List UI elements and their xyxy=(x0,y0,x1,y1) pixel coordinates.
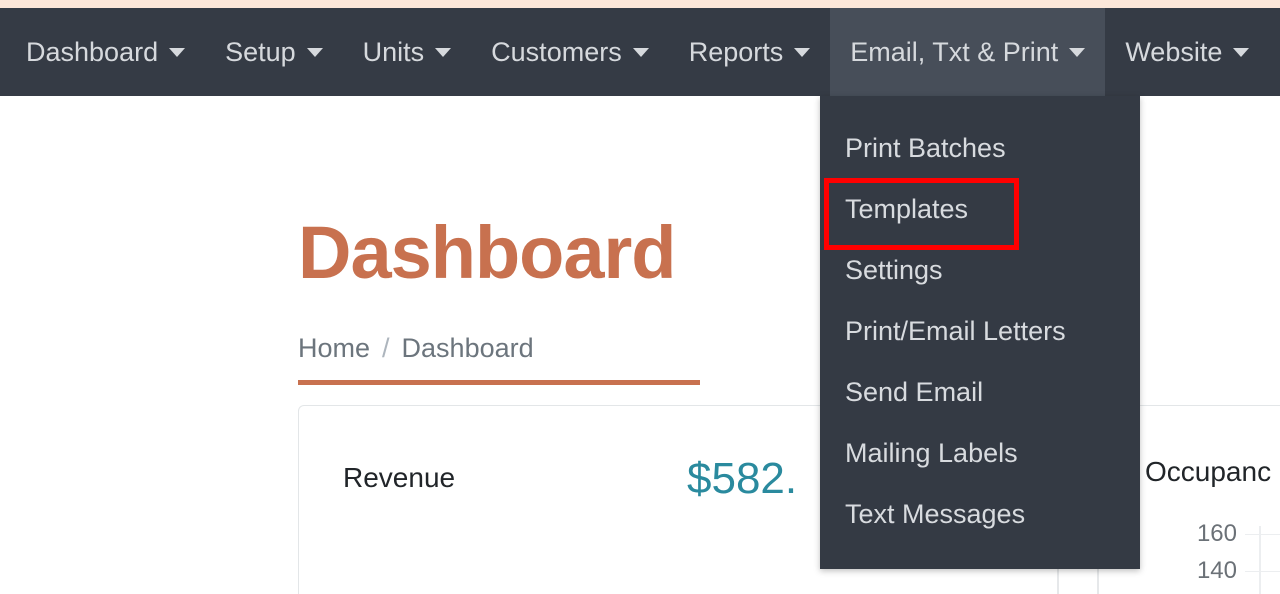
chart-axis-line xyxy=(1259,526,1261,594)
nav-item-dashboard[interactable]: Dashboard xyxy=(0,8,205,96)
breadcrumb-current: Dashboard xyxy=(401,333,534,363)
nav-item-label: Units xyxy=(362,36,425,67)
menu-item-label: Send Email xyxy=(845,377,984,407)
top-accent-strip xyxy=(0,0,1280,8)
menu-item-label: Print Batches xyxy=(845,133,1006,163)
nav-item-website[interactable]: Website xyxy=(1105,8,1269,96)
chart-gridline xyxy=(1245,534,1280,535)
menu-item-send-email[interactable]: Send Email xyxy=(820,362,1140,423)
menu-item-print-batches[interactable]: Print Batches xyxy=(820,118,1140,179)
breadcrumb-separator: / xyxy=(382,333,390,363)
chevron-down-icon xyxy=(794,47,811,57)
menu-item-label: Templates xyxy=(845,194,969,224)
menu-item-settings[interactable]: Settings xyxy=(820,240,1140,301)
page-title: Dashboard xyxy=(298,211,677,294)
menu-item-label: Text Messages xyxy=(845,499,1026,529)
breadcrumb: Home / Dashboard xyxy=(298,333,534,364)
occupancy-card-label: Occupanc xyxy=(1145,456,1272,487)
nav-item-label: Website xyxy=(1125,36,1223,67)
chart-gridline xyxy=(1245,571,1280,572)
nav-item-label: Dashboard xyxy=(26,36,159,67)
menu-item-text-messages[interactable]: Text Messages xyxy=(820,484,1140,545)
chevron-down-icon xyxy=(435,47,452,57)
title-underline-rule xyxy=(298,380,700,385)
nav-item-units[interactable]: Units xyxy=(343,8,472,96)
menu-item-label: Settings xyxy=(845,255,943,285)
chevron-down-icon xyxy=(632,47,649,57)
chevron-down-icon xyxy=(169,47,186,57)
revenue-card-value: $582. xyxy=(687,454,798,503)
nav-item-reports[interactable]: Reports xyxy=(669,8,831,96)
breadcrumb-home-link[interactable]: Home xyxy=(298,333,370,364)
nav-item-label: Reports xyxy=(688,36,784,67)
nav-item-customers[interactable]: Customers xyxy=(471,8,669,96)
chevron-down-icon xyxy=(1233,47,1250,57)
revenue-card-label: Revenue xyxy=(343,462,456,493)
menu-item-print-email-letters[interactable]: Print/Email Letters xyxy=(820,301,1140,362)
menu-item-templates[interactable]: Templates xyxy=(820,178,1140,250)
chevron-down-icon xyxy=(1069,47,1086,57)
chart-tick-label: 160 xyxy=(1196,520,1237,547)
nav-item-setup[interactable]: Setup xyxy=(205,8,343,96)
main-navbar: Dashboard Setup Units Customers Reports … xyxy=(0,8,1280,96)
menu-item-label: Print/Email Letters xyxy=(845,316,1066,346)
chart-tick-label: 140 xyxy=(1196,557,1237,584)
email-txt-print-dropdown-menu: Print Batches Templates Settings Print/E… xyxy=(820,96,1140,569)
screen-root: Dashboard Setup Units Customers Reports … xyxy=(0,0,1280,594)
menu-item-label: Mailing Labels xyxy=(845,438,1018,468)
nav-item-label: Setup xyxy=(225,36,296,67)
nav-item-label: Email, Txt & Print xyxy=(850,36,1059,67)
menu-item-mailing-labels[interactable]: Mailing Labels xyxy=(820,423,1140,484)
nav-item-email-txt-print[interactable]: Email, Txt & Print xyxy=(830,8,1106,96)
chevron-down-icon xyxy=(306,47,323,57)
nav-item-label: Customers xyxy=(491,36,622,67)
